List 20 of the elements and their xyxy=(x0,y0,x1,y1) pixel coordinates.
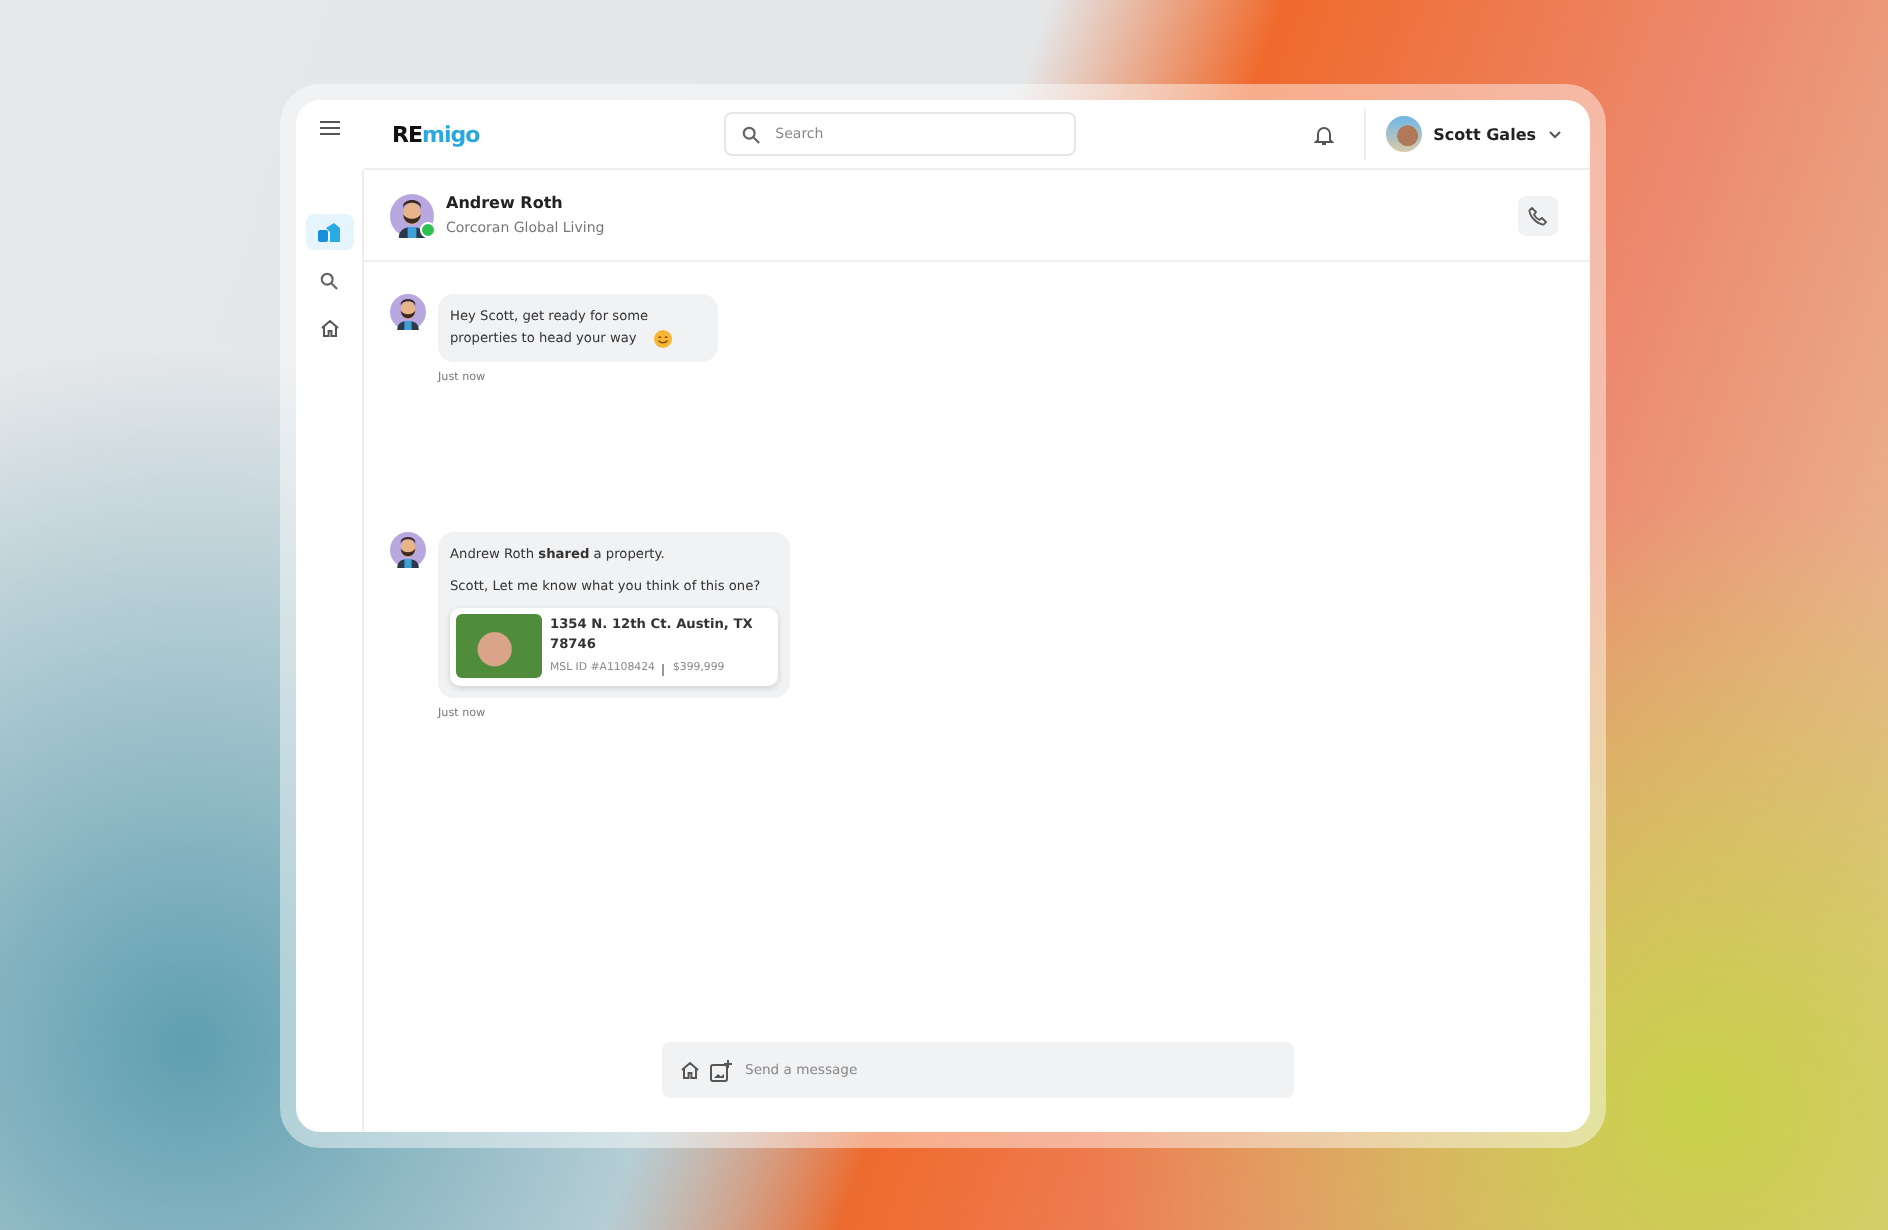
search-icon xyxy=(320,271,338,289)
phone-icon xyxy=(1528,205,1548,225)
search-icon xyxy=(741,125,760,143)
man-avatar-icon xyxy=(390,294,426,330)
user-name[interactable]: Scott Gales xyxy=(1433,125,1536,143)
call-button[interactable] xyxy=(1518,195,1558,235)
menu-icon[interactable] xyxy=(320,120,340,136)
home-icon xyxy=(319,318,339,338)
man-avatar-icon xyxy=(390,193,434,237)
chevron-down-icon[interactable] xyxy=(1548,129,1562,139)
house-photo-placeholder xyxy=(456,614,542,678)
bell-icon[interactable] xyxy=(1313,123,1334,145)
add-image-icon[interactable] xyxy=(709,1059,731,1081)
smile-emoji-icon xyxy=(654,330,672,348)
sidebar-item[interactable] xyxy=(305,214,353,250)
contact-name: Andrew Roth xyxy=(446,194,565,212)
user-avatar[interactable] xyxy=(1385,116,1422,152)
remigo-logo: REmigo xyxy=(392,121,480,147)
home-icon[interactable] xyxy=(679,1060,699,1080)
man-avatar-icon xyxy=(390,532,426,568)
